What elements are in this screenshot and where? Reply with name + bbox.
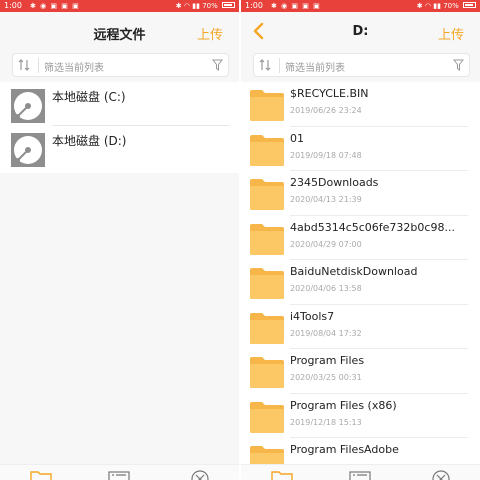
drive-item[interactable]: 本地磁盘 (D:) — [0, 126, 239, 170]
file-date: 2019/09/18 07:48 — [290, 150, 362, 160]
file-row[interactable]: i4Tools7 2019/08/04 17:32 — [241, 304, 480, 349]
signal-icon: ▮▮ — [192, 2, 200, 10]
status-time: 1:00 — [4, 1, 22, 10]
status-bar: 1:00 ✱ ◉ ▣ ▣ ▣ ✱ ◠ ▮▮ 70% — [0, 0, 239, 12]
search-filter-bar[interactable]: 筛选当前列表 — [12, 53, 229, 77]
file-row[interactable]: 01 2019/09/18 07:48 — [241, 126, 480, 171]
file-row[interactable]: $RECYCLE.BIN 2019/06/26 23:24 — [241, 82, 480, 127]
hard-disk-icon — [11, 133, 45, 167]
file-name: 2345Downloads — [290, 176, 379, 189]
file-row[interactable]: BaiduNetdiskDownload 2020/04/06 13:58 — [241, 260, 480, 305]
remote-files-panel: 1:00 ✱ ◉ ▣ ▣ ▣ ✱ ◠ ▮▮ 70% 远程文件 上传 筛选当前列表 — [0, 0, 239, 480]
upload-button[interactable]: 上传 — [438, 24, 464, 43]
status-right-icons: ✱ ◠ ▮▮ 70% — [176, 0, 235, 12]
drive-label: 本地磁盘 (C:) — [52, 90, 126, 104]
signal-icon: ▮▮ — [433, 2, 441, 10]
drive-list: 本地磁盘 (C:) 本地磁盘 (D:) — [0, 82, 239, 173]
file-row[interactable]: Program Files 2020/03/25 00:31 — [241, 349, 480, 394]
search-placeholder[interactable]: 筛选当前列表 — [44, 59, 104, 74]
list-tab-icon[interactable] — [349, 469, 371, 480]
folder-icon — [250, 357, 284, 388]
search-filter-bar[interactable]: 筛选当前列表 — [253, 53, 470, 77]
filter-icon[interactable] — [212, 59, 223, 71]
drive-item[interactable]: 本地磁盘 (C:) — [0, 82, 239, 126]
close-tab-icon[interactable] — [190, 469, 210, 480]
battery-icon — [222, 2, 235, 8]
file-list: $RECYCLE.BIN 2019/06/26 23:24 01 2019/09/18… — [241, 82, 480, 480]
close-tab-icon[interactable] — [431, 469, 451, 480]
bluetooth-icon: ✱ — [175, 2, 182, 10]
status-right-icons: ✱ ◠ ▮▮ 70% — [417, 0, 476, 12]
wifi-icon: ◠ — [183, 2, 191, 10]
folder-tab-icon[interactable] — [30, 469, 52, 480]
status-time: 1:00 — [245, 1, 263, 10]
top-navbar: D: 上传 — [241, 12, 480, 52]
drive-label: 本地磁盘 (D:) — [52, 134, 127, 148]
sort-icon[interactable] — [17, 58, 31, 72]
hard-disk-icon — [11, 89, 45, 123]
folder-icon — [250, 90, 284, 121]
file-date: 2019/06/26 23:24 — [290, 106, 362, 115]
battery-level: 70% — [443, 2, 459, 10]
file-date: 2020/04/29 07:00 — [290, 239, 362, 249]
file-row[interactable]: 4abd5314c5c06fe732b0c98... 2020/04/29 07:… — [241, 215, 480, 260]
status-notification-icons: ✱ ◉ ▣ ▣ ▣ — [30, 2, 80, 10]
folder-icon — [250, 179, 284, 210]
upload-button[interactable]: 上传 — [197, 24, 223, 43]
folder-icon — [250, 223, 284, 255]
file-name: 01 — [290, 131, 304, 145]
file-date: 2020/04/06 13:58 — [290, 284, 362, 293]
file-date: 2020/03/25 00:31 — [290, 373, 362, 382]
status-bar: 1:00 ✱ ◉ ▣ ▣ ▣ ✱ ◠ ▮▮ 70% — [241, 0, 480, 12]
folder-icon — [250, 312, 284, 344]
bottom-tab-bar — [241, 464, 480, 480]
file-name: i4Tools7 — [290, 309, 335, 323]
file-name: Program Files — [290, 354, 365, 367]
file-date: 2019/12/18 15:13 — [290, 417, 362, 427]
file-name: Program Files (x86) — [290, 398, 397, 412]
search-separator — [38, 58, 39, 73]
status-notification-icons: ✱ ◉ ▣ ▣ ▣ — [271, 2, 321, 10]
list-tab-icon[interactable] — [108, 469, 130, 480]
app-root: 1:00 ✱ ◉ ▣ ▣ ▣ ✱ ◠ ▮▮ 70% 远程文件 上传 筛选当前列表 — [0, 0, 480, 480]
bottom-tab-bar — [0, 464, 239, 480]
file-name: BaiduNetdiskDownload — [290, 265, 418, 278]
file-row[interactable]: Program Files (x86) 2019/12/18 15:13 — [241, 393, 480, 438]
file-name: $RECYCLE.BIN — [290, 87, 369, 100]
wifi-icon: ◠ — [424, 2, 432, 10]
sort-icon[interactable] — [258, 58, 272, 72]
battery-level: 70% — [202, 2, 218, 10]
drive-d-panel: 1:00 ✱ ◉ ▣ ▣ ▣ ✱ ◠ ▮▮ 70% D: 上传 筛选当前列表 $… — [241, 0, 480, 480]
folder-tab-icon[interactable] — [271, 469, 293, 480]
file-date: 2019/08/04 17:32 — [290, 328, 362, 338]
folder-icon — [250, 134, 284, 166]
filter-icon[interactable] — [453, 59, 464, 71]
file-row[interactable]: 2345Downloads 2020/04/13 21:39 — [241, 171, 480, 216]
battery-icon — [463, 2, 476, 8]
folder-icon — [250, 401, 284, 433]
folder-icon — [250, 268, 284, 299]
top-navbar: 远程文件 上传 — [0, 12, 239, 52]
bluetooth-icon: ✱ — [416, 2, 423, 10]
search-separator — [279, 58, 280, 73]
file-name: 4abd5314c5c06fe732b0c98... — [290, 220, 455, 234]
file-date: 2020/04/13 21:39 — [290, 195, 362, 204]
search-placeholder[interactable]: 筛选当前列表 — [285, 59, 345, 74]
file-name: Program FilesAdobe — [290, 443, 399, 456]
